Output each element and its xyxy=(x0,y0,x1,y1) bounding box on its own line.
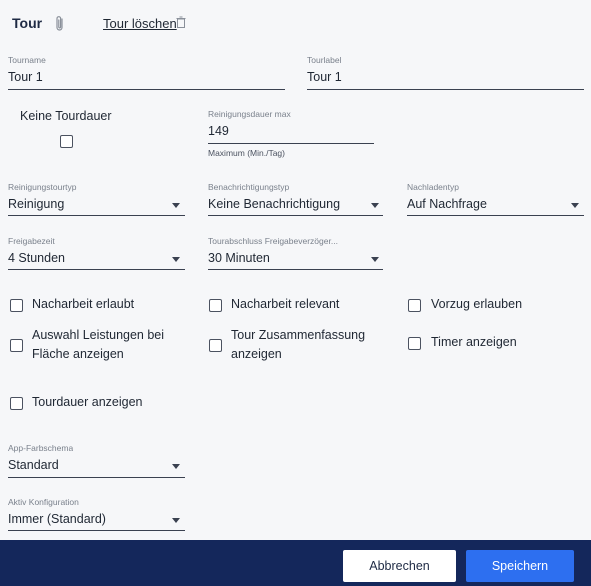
page-title: Tour xyxy=(12,15,43,31)
tourname-label: Tourname xyxy=(8,55,46,65)
reinigungstourtyp-label: Reinigungstourtyp xyxy=(8,182,77,192)
paperclip-icon[interactable] xyxy=(53,15,67,33)
tourname-underline xyxy=(8,89,285,90)
app-farbschema-select[interactable]: Standard xyxy=(8,458,59,472)
app-farbschema-label: App-Farbschema xyxy=(8,443,74,453)
tourdauer-anzeigen-checkbox[interactable] xyxy=(10,397,23,410)
reinigungstourtyp-select[interactable]: Reinigung xyxy=(8,197,64,211)
tourlabel-label: Tourlabel xyxy=(307,55,342,65)
freigabezeit-underline xyxy=(8,269,185,270)
tourabschluss-underline xyxy=(208,269,383,270)
benachrichtigungstyp-label: Benachrichtigungstyp xyxy=(208,182,290,192)
caret-down-icon[interactable] xyxy=(172,203,180,208)
freigabezeit-select[interactable]: 4 Stunden xyxy=(8,251,65,265)
nachladentyp-select[interactable]: Auf Nachfrage xyxy=(407,197,487,211)
reinigungsdauer-underline xyxy=(208,143,374,144)
benachrichtigungstyp-select[interactable]: Keine Benachrichtigung xyxy=(208,197,340,211)
caret-down-icon[interactable] xyxy=(571,203,579,208)
vorzug-erlauben-label: Vorzug erlauben xyxy=(431,297,523,311)
reinigungsdauer-input[interactable]: 149 xyxy=(208,124,229,138)
nachladentyp-underline xyxy=(407,215,584,216)
vorzug-erlauben-checkbox[interactable] xyxy=(408,299,421,312)
save-button[interactable]: Speichern xyxy=(466,550,574,582)
nachladentyp-label: Nachladentyp xyxy=(407,182,459,192)
reinigungsdauer-hint: Maximum (Min./Tag) xyxy=(208,148,285,158)
tour-zusammenfassung-checkbox[interactable] xyxy=(209,339,222,352)
auswahl-leistungen-checkbox[interactable] xyxy=(10,339,23,352)
caret-down-icon[interactable] xyxy=(172,257,180,262)
tourabschluss-select[interactable]: 30 Minuten xyxy=(208,251,270,265)
timer-anzeigen-label: Timer anzeigen xyxy=(431,335,517,349)
tour-zusammenfassung-label: Tour Zusammenfassung anzeigen xyxy=(231,328,366,361)
aktiv-konfiguration-underline xyxy=(8,530,185,531)
timer-anzeigen-checkbox[interactable] xyxy=(408,337,421,350)
caret-down-icon[interactable] xyxy=(371,257,379,262)
nacharbeit-relevant-label: Nacharbeit relevant xyxy=(231,297,340,311)
tourdauer-anzeigen-label: Tourdauer anzeigen xyxy=(32,395,143,409)
tourname-input[interactable]: Tour 1 xyxy=(8,70,43,84)
nacharbeit-relevant-checkbox[interactable] xyxy=(209,299,222,312)
app-farbschema-underline xyxy=(8,477,185,478)
keine-tourdauer-checkbox[interactable] xyxy=(60,135,73,148)
aktiv-konfiguration-select[interactable]: Immer (Standard) xyxy=(8,512,106,526)
benachrichtigungstyp-underline xyxy=(208,215,383,216)
trash-icon[interactable] xyxy=(176,16,186,28)
caret-down-icon[interactable] xyxy=(172,464,180,469)
caret-down-icon[interactable] xyxy=(172,518,180,523)
reinigungsdauer-label: Reinigungsdauer max xyxy=(208,109,291,119)
tourlabel-underline xyxy=(307,89,584,90)
nacharbeit-erlaubt-label: Nacharbeit erlaubt xyxy=(32,297,135,311)
nacharbeit-erlaubt-checkbox[interactable] xyxy=(10,299,23,312)
aktiv-konfiguration-label: Aktiv Konfiguration xyxy=(8,497,79,507)
caret-down-icon[interactable] xyxy=(371,203,379,208)
tourabschluss-label: Tourabschluss Freigabeverzöger... xyxy=(208,236,338,246)
auswahl-leistungen-label: Auswahl Leistungen bei Fläche anzeigen xyxy=(32,328,165,361)
cancel-button[interactable]: Abbrechen xyxy=(343,550,456,582)
keine-tourdauer-label: Keine Tourdauer xyxy=(20,109,112,123)
reinigungstourtyp-underline xyxy=(8,215,185,216)
freigabezeit-label: Freigabezeit xyxy=(8,236,55,246)
delete-tour-link[interactable]: Tour löschen xyxy=(103,16,177,31)
tourlabel-input[interactable]: Tour 1 xyxy=(307,70,342,84)
